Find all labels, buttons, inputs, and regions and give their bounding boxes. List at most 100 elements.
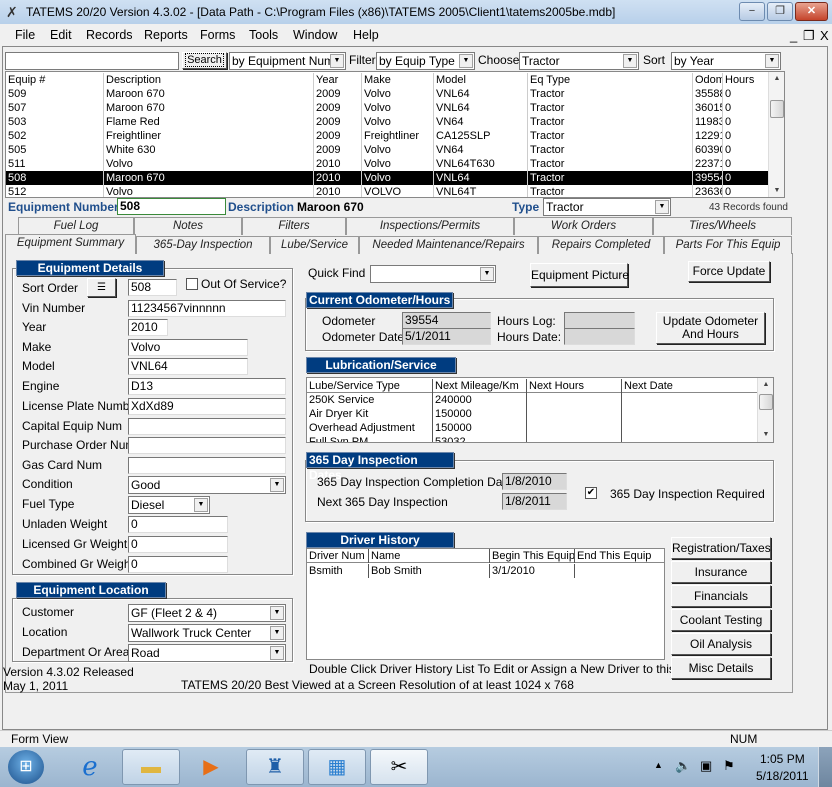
child-minimize-icon[interactable]: _ <box>790 28 797 43</box>
misc-details-button[interactable]: Misc Details <box>671 657 771 679</box>
scroll-down-icon[interactable]: ▼ <box>758 428 773 442</box>
licensed-gr-weight-field[interactable]: 0 <box>128 536 228 553</box>
lubrication-list[interactable]: Lube/Service Type Next Mileage/Km Next Hou… <box>306 377 774 443</box>
media-player-button[interactable]: ▶ <box>184 749 238 785</box>
unladen-weight-field[interactable]: 0 <box>128 516 228 533</box>
model-field[interactable]: VNL64 <box>128 358 248 375</box>
filter-select[interactable]: by Equip Type ▼ <box>376 52 475 70</box>
make-field[interactable]: Volvo <box>128 339 248 356</box>
tab-tires-wheels[interactable]: Tires/Wheels <box>653 217 792 235</box>
out-of-service-checkbox[interactable] <box>186 278 198 290</box>
table-row[interactable]: 503 Flame Red2009VolvoVN64Tractor1198380 <box>6 115 768 129</box>
scroll-up-icon[interactable]: ▲ <box>769 72 784 86</box>
windows-explorer-button[interactable]: ▬ <box>122 749 180 785</box>
table-row[interactable]: 507 Maroon 6702009VolvoVNL64Tractor360150 <box>6 101 768 115</box>
menu-reports[interactable]: Reports <box>144 28 188 42</box>
table-row[interactable]: Air Dryer Kit 150000 <box>307 407 757 421</box>
column-header[interactable]: Next Mileage/Km <box>432 379 526 393</box>
table-row[interactable]: 508 Maroon 6702010VolvoVNL64Tractor395540 <box>6 171 768 185</box>
menu-edit[interactable]: Edit <box>50 28 72 42</box>
child-restore-icon[interactable]: ❐ <box>803 28 815 44</box>
menu-help[interactable]: Help <box>353 28 379 42</box>
column-header[interactable]: Description <box>103 73 313 87</box>
sort-select[interactable]: by Year ▼ <box>671 52 781 70</box>
column-header[interactable]: Make <box>361 73 433 87</box>
fuel-type-select[interactable]: Diesel ▼ <box>128 496 210 514</box>
financials-button[interactable]: Financials <box>671 585 771 607</box>
action-center-flag-icon[interactable]: ⚑ <box>723 758 735 774</box>
start-button[interactable]: ⊞ <box>8 750 44 784</box>
coolant-testing-button[interactable]: Coolant Testing <box>671 609 771 631</box>
column-header[interactable]: Begin This Equip <box>489 549 574 563</box>
registration-taxes-button[interactable]: Registration/Taxes <box>671 537 771 559</box>
internet-explorer-button[interactable]: e <box>68 749 112 785</box>
network-app-button[interactable]: ♜ <box>246 749 304 785</box>
tab-filters[interactable]: Filters <box>242 217 346 235</box>
location-select[interactable]: Wallwork Truck Center ▼ <box>128 624 286 642</box>
tab-notes[interactable]: Notes <box>134 217 242 235</box>
column-header[interactable]: Lube/Service Type <box>307 379 432 393</box>
minimize-button[interactable]: − <box>739 2 765 21</box>
column-header[interactable]: Year <box>313 73 361 87</box>
search-by-select[interactable]: by Equipment Num ▼ <box>229 52 346 70</box>
purchase-order-num-field[interactable] <box>128 437 286 454</box>
table-row[interactable]: 512 Volvo2010VOLVOVNL64TTractor236360 <box>6 185 768 197</box>
scroll-thumb[interactable] <box>759 394 773 410</box>
volume-icon[interactable]: 🔈 <box>675 758 691 774</box>
menu-forms[interactable]: Forms <box>200 28 235 42</box>
tab-repairs-completed[interactable]: Repairs Completed <box>538 236 664 254</box>
table-row[interactable]: 509 Maroon 6702009VolvoVNL64Tractor355880 <box>6 87 768 101</box>
scroll-thumb[interactable] <box>770 100 784 118</box>
choose-select[interactable]: Tractor ▼ <box>519 52 639 70</box>
oil-analysis-button[interactable]: Oil Analysis <box>671 633 771 655</box>
search-button[interactable]: Search <box>182 52 227 69</box>
year-field[interactable]: 2010 <box>128 319 168 336</box>
update-odometer-button[interactable]: Update Odometer And Hours <box>656 312 765 344</box>
scroll-down-icon[interactable]: ▼ <box>769 184 784 197</box>
tab-365-day-inspection[interactable]: 365-Day Inspection <box>136 236 270 254</box>
table-row[interactable]: 505 White 6302009VolvoVN64Tractor603900 <box>6 143 768 157</box>
department-or-area-select[interactable]: Road ▼ <box>128 644 286 662</box>
condition-select[interactable]: Good ▼ <box>128 476 286 494</box>
table-row[interactable]: 511Volvo2010VolvoVNL64T630Tractor223710 <box>6 157 768 171</box>
insurance-button[interactable]: Insurance <box>671 561 771 583</box>
tab-lube-service[interactable]: Lube/Service <box>270 236 359 254</box>
column-header[interactable]: Eq Type <box>527 73 692 87</box>
clock-time[interactable]: 1:05 PM <box>760 752 805 766</box>
close-button[interactable]: ✕ <box>795 2 828 21</box>
odometer-field[interactable]: 39554 <box>402 312 491 329</box>
tools-app-button[interactable]: ✂ <box>370 749 428 785</box>
license-plate-number-field[interactable]: XdXd89 <box>128 398 286 415</box>
tab-needed-maintenance-repairs[interactable]: Needed Maintenance/Repairs <box>359 236 538 254</box>
column-header[interactable]: Equip # <box>6 73 103 87</box>
column-header[interactable]: Model <box>433 73 527 87</box>
hours-log-field[interactable] <box>564 312 635 329</box>
force-update-button[interactable]: Force Update <box>688 261 770 282</box>
type-select[interactable]: Tractor ▼ <box>543 198 671 216</box>
show-desktop-button[interactable] <box>818 747 832 787</box>
customer-select[interactable]: GF (Fleet 2 & 4) ▼ <box>128 604 286 622</box>
column-header[interactable]: Next Hours <box>526 379 621 393</box>
tab-parts-for-this-equip[interactable]: Parts For This Equip <box>664 236 792 254</box>
table-row[interactable]: Overhead Adjustment 150000 <box>307 421 757 435</box>
gas-card-num-field[interactable] <box>128 457 286 474</box>
column-header[interactable]: Driver Num <box>307 549 368 563</box>
table-row[interactable]: 502 Freightliner 2009 Freightliner CA125SLP T… <box>6 129 768 143</box>
tab-work-orders[interactable]: Work Orders <box>514 217 653 235</box>
vin-number-field[interactable]: 11234567vinnnnn <box>128 300 286 317</box>
menu-file[interactable]: File <box>15 28 35 42</box>
table-row[interactable]: Bsmith Bob Smith 3/1/2010 <box>307 564 664 578</box>
child-close-icon[interactable]: X <box>820 28 829 43</box>
table-row[interactable]: 250K Service 240000 <box>307 393 757 407</box>
equipment-list[interactable]: Equip # Description Year Make Model Eq Type Od… <box>5 71 785 198</box>
next-inspection-field[interactable]: 1/8/2011 <box>502 493 567 510</box>
capital-equip-num-field[interactable] <box>128 418 286 435</box>
clock-date[interactable]: 5/18/2011 <box>756 769 809 783</box>
odometer-date-field[interactable]: 5/1/2011 <box>402 328 491 345</box>
menu-records[interactable]: Records <box>86 28 133 42</box>
search-input[interactable] <box>5 52 179 70</box>
network-icon[interactable]: ▣ <box>700 758 712 774</box>
completion-date-field[interactable]: 1/8/2010 <box>502 473 567 490</box>
control-panel-button[interactable]: ▦ <box>308 749 366 785</box>
tab-fuel-log[interactable]: Fuel Log <box>18 217 134 235</box>
